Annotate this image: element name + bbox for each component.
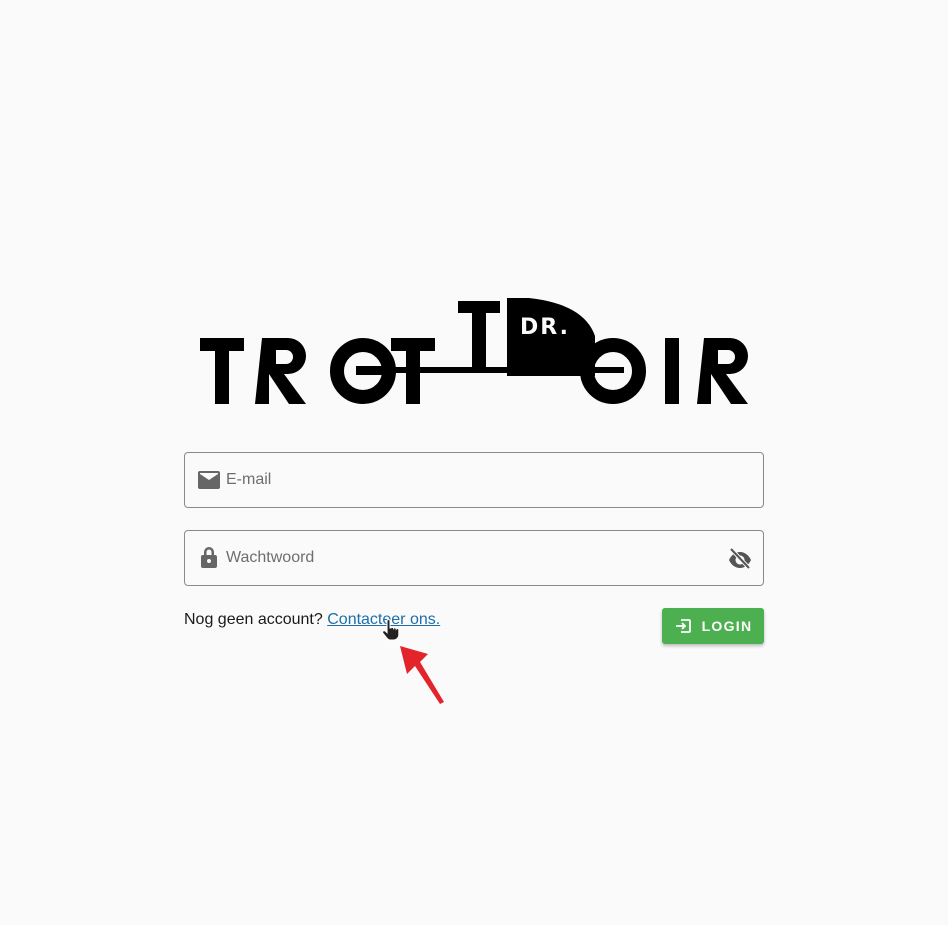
- eye-off-icon[interactable]: [728, 547, 752, 569]
- password-field[interactable]: [184, 530, 764, 586]
- login-icon: [675, 619, 691, 633]
- dr-trottoir-logo: DR.: [200, 298, 748, 404]
- email-input[interactable]: [226, 453, 706, 507]
- lock-icon: [201, 547, 217, 568]
- signup-prompt-text: Nog geen account?: [184, 611, 323, 628]
- login-button[interactable]: LOGIN: [662, 608, 764, 644]
- svg-text:DR.: DR.: [520, 315, 570, 340]
- password-input[interactable]: [226, 531, 706, 585]
- hand-cursor-icon: [382, 619, 400, 641]
- annotation-arrow-icon: [400, 646, 444, 704]
- email-field[interactable]: [184, 452, 764, 508]
- login-label: LOGIN: [701, 618, 753, 634]
- envelope-icon: [198, 471, 220, 489]
- login-page: DR. Nog geen account? Contacteer ons.: [0, 0, 948, 925]
- signup-prompt: Nog geen account? Contacteer ons.: [184, 611, 440, 629]
